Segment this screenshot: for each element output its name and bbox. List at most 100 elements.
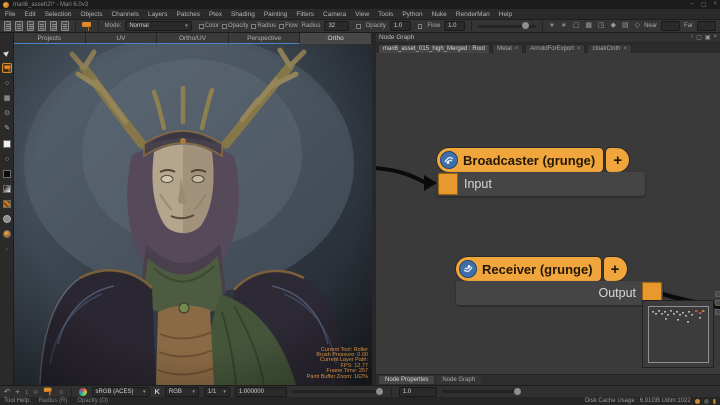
panel-icon[interactable]: ▢	[696, 34, 702, 41]
import-icon[interactable]	[38, 21, 45, 31]
panel-icon[interactable]: ×	[713, 34, 717, 41]
background-swatch[interactable]	[2, 169, 12, 179]
menu-item[interactable]: Selection	[45, 11, 72, 18]
node-graph-canvas[interactable]: Broadcaster (grunge) + Input Receiver (g…	[376, 53, 720, 374]
color-picker-icon[interactable]: K	[155, 387, 160, 396]
link-toggle[interactable]: Opacity	[219, 23, 248, 29]
zoom-tool-icon[interactable]: ⊙	[2, 108, 12, 118]
close-tab-icon[interactable]: ×	[515, 46, 519, 52]
pattern-swatch[interactable]	[2, 199, 12, 209]
toolbar-icon[interactable]: ▦	[585, 21, 592, 31]
tab-uv[interactable]: UV	[86, 33, 158, 44]
input-port[interactable]	[438, 173, 458, 195]
pan-icon[interactable]: +	[15, 387, 19, 396]
tab-node-graph[interactable]: Node Graph	[436, 376, 481, 384]
menu-item[interactable]: Objects	[80, 11, 102, 18]
channel-dropdown[interactable]: RGB▾	[165, 387, 199, 397]
opacity-field[interactable]: 1.0	[390, 21, 411, 31]
falloff-slider[interactable]	[478, 25, 536, 28]
panel-icon[interactable]: ▣	[705, 34, 711, 41]
foreground-swatch[interactable]	[2, 139, 12, 149]
receiver-node-body[interactable]: Output	[456, 281, 663, 305]
eraser-tool-icon[interactable]: ○	[2, 154, 12, 164]
paint-roller-icon[interactable]	[2, 63, 12, 73]
circle-brush-icon[interactable]: ○	[33, 387, 38, 396]
toolbar-icon[interactable]: ∗	[549, 21, 555, 31]
open-project-icon[interactable]	[15, 21, 22, 31]
menu-item[interactable]: Python	[402, 11, 422, 18]
close-icon[interactable]: ×	[713, 1, 717, 8]
radius-field[interactable]: 32	[324, 21, 348, 31]
flow-field[interactable]: 1.0	[444, 21, 465, 31]
grid-tool-icon[interactable]: ▦	[2, 93, 12, 103]
blur-tool-icon[interactable]	[2, 214, 12, 224]
toolbar-icon[interactable]: ▢	[573, 21, 580, 31]
menu-item[interactable]: Filters	[296, 11, 314, 18]
archive-icon[interactable]	[61, 21, 68, 31]
panel-icon[interactable]: ‹	[691, 34, 693, 41]
menu-item[interactable]: View	[355, 11, 369, 18]
tab-perspective[interactable]: Perspective	[229, 33, 301, 44]
minimap-lock-icon[interactable]	[715, 309, 720, 315]
circle-brush-icon[interactable]: ○	[59, 387, 64, 396]
export-icon[interactable]	[50, 21, 57, 31]
menu-item[interactable]: Edit	[24, 11, 35, 18]
menu-item[interactable]: Patches	[176, 11, 200, 18]
colorspace-dropdown[interactable]: sRGB (ACES)▾	[92, 387, 150, 397]
close-tab-icon[interactable]: ×	[623, 46, 627, 52]
drop-icon[interactable]: ↓	[25, 387, 29, 396]
toolbar-icon[interactable]: ∗	[561, 21, 567, 31]
cache-folder-icon[interactable]: ▮	[713, 398, 716, 405]
minimap-toggle-icon[interactable]	[715, 291, 720, 297]
tab-projects[interactable]: Projects	[14, 33, 86, 44]
menu-item[interactable]: Shading	[231, 11, 255, 18]
menu-item[interactable]: File	[5, 11, 15, 18]
patch-dropdown[interactable]: 1/1▾	[204, 387, 230, 397]
receiver-node-header[interactable]: Receiver (grunge) +	[456, 257, 627, 281]
new-project-icon[interactable]	[4, 21, 11, 31]
menu-item[interactable]: Help	[499, 11, 512, 18]
minimize-icon[interactable]: –	[690, 1, 693, 8]
toolbar-icon[interactable]: ▤	[622, 21, 629, 31]
add-port-button[interactable]: +	[604, 257, 627, 281]
near-field[interactable]	[661, 21, 680, 31]
toolbar-icon[interactable]: ◆	[611, 21, 616, 31]
menu-item[interactable]: Ptex	[209, 11, 222, 18]
select-cursor-icon[interactable]: ▶	[2, 48, 12, 58]
node-graph-minimap[interactable]	[642, 300, 714, 368]
far-field[interactable]	[697, 21, 716, 31]
menu-item[interactable]: Tools	[378, 11, 393, 18]
menu-item[interactable]: Nuke	[432, 11, 447, 18]
graph-tab-root[interactable]: mari6_asset_015_high_Merged : Root	[378, 44, 490, 53]
tab-node-properties[interactable]: Node Properties	[379, 376, 434, 384]
paint-roller-tool-icon[interactable]	[82, 22, 92, 31]
link-toggle[interactable]: Color	[196, 23, 219, 29]
checkbox-icon[interactable]	[356, 24, 361, 29]
broadcaster-node-body[interactable]: Input	[437, 172, 645, 196]
gradient-swatch[interactable]	[2, 184, 12, 194]
secondary-slider[interactable]	[442, 390, 522, 393]
ellipse-tool-icon[interactable]: ○	[2, 78, 12, 88]
pen-tool-icon[interactable]: ✎	[2, 123, 12, 133]
strip-overflow-icon[interactable]: ▫	[2, 245, 12, 255]
color-manager-icon[interactable]	[79, 388, 87, 396]
add-port-button[interactable]: +	[606, 148, 629, 172]
link-toggle[interactable]: Radius	[248, 23, 276, 29]
3d-viewport[interactable]: Current Tool: RollerBrush Pressure: 0.00…	[14, 44, 372, 385]
tab-ortho-uv[interactable]: Ortho/UV	[157, 33, 229, 44]
paint-roller-active-icon[interactable]	[44, 388, 53, 396]
toolbar-icon[interactable]: ◳	[598, 21, 605, 31]
menu-item[interactable]: Painting	[264, 11, 288, 18]
multiplier-field[interactable]: 1.000000	[235, 387, 287, 397]
secondary-value-field[interactable]: 1.0	[399, 387, 437, 397]
save-project-icon[interactable]	[27, 21, 34, 31]
multiplier-slider[interactable]	[292, 390, 384, 393]
graph-tab-cloakcloth[interactable]: cloakCloth×	[587, 44, 632, 53]
undo-icon[interactable]: ↶	[4, 387, 10, 396]
menu-item[interactable]: RenderMan	[456, 11, 490, 18]
menu-item[interactable]: Layers	[148, 11, 168, 18]
blend-mode-dropdown[interactable]: Normal▾	[125, 21, 191, 31]
minimap-fit-icon[interactable]	[715, 300, 720, 306]
graph-tab-arnoldforexport[interactable]: ArnoldForExport×	[525, 44, 585, 53]
close-tab-icon[interactable]: ×	[577, 46, 581, 52]
